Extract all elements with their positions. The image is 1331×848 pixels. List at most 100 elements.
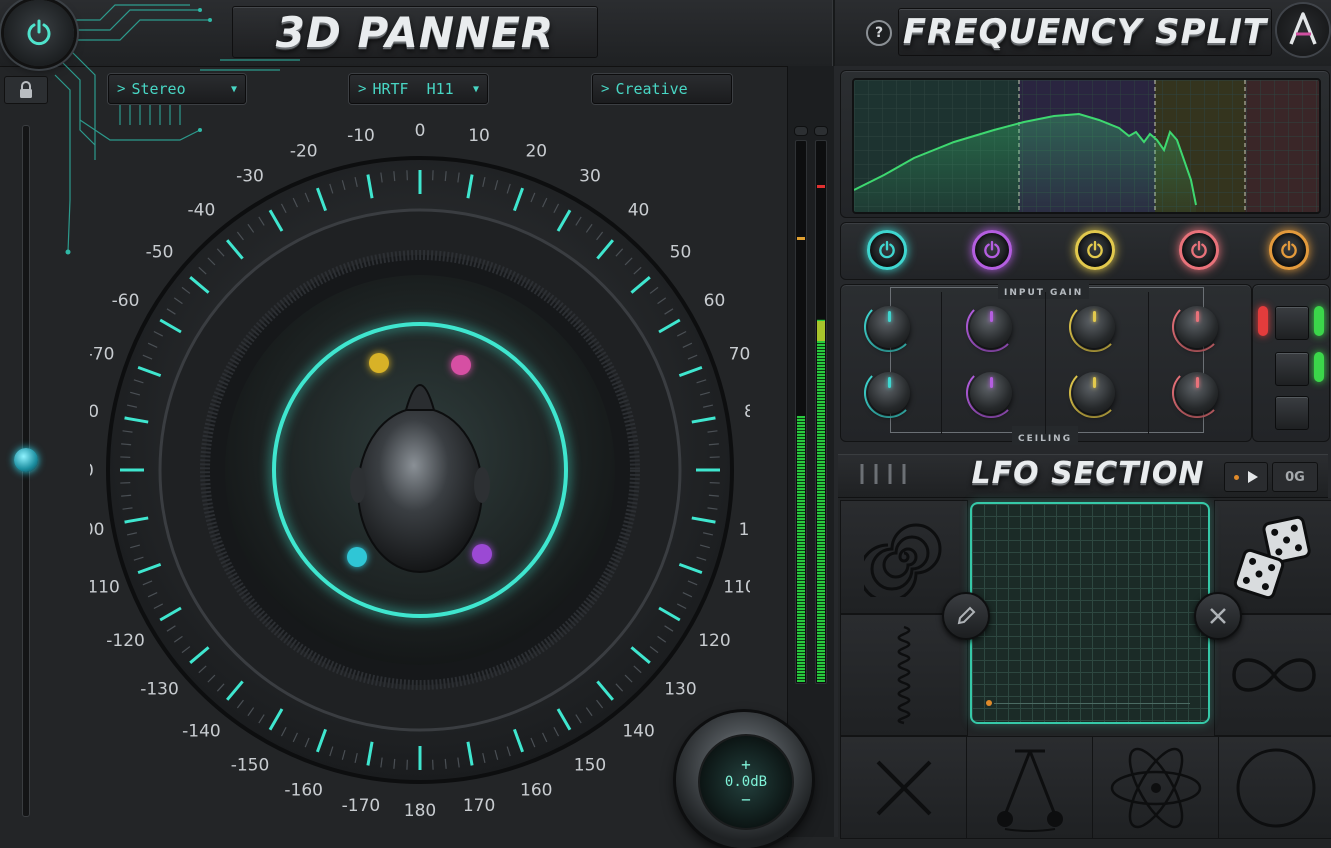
dial-angle-label: 40 <box>628 201 650 221</box>
ceiling-knob-2[interactable] <box>970 372 1012 414</box>
draw-tool-button[interactable] <box>942 592 990 640</box>
atom-icon <box>1108 740 1204 836</box>
output-gain-display[interactable]: + 0.0dB − <box>698 734 794 830</box>
mode-dropdown[interactable]: > Stereo ▼ <box>108 74 246 104</box>
level-meter-right-fill <box>817 319 825 682</box>
dial-angle-label: 140 <box>622 721 654 741</box>
input-gain-knob-4[interactable] <box>1176 306 1218 348</box>
gain-plus-icon[interactable]: + <box>741 755 751 774</box>
ceiling-knob-4[interactable] <box>1176 372 1218 414</box>
frequency-spectrum-display[interactable] <box>852 78 1321 214</box>
lfo-shape-cross[interactable] <box>840 736 968 839</box>
input-gain-knob-2[interactable] <box>970 306 1012 348</box>
power-icon <box>1085 240 1105 260</box>
knob-pointer <box>990 377 993 388</box>
dial-angle-label: -120 <box>106 631 145 651</box>
lfo-xy-pad[interactable] <box>970 502 1210 724</box>
lfo-og-button[interactable]: 0G <box>1272 462 1318 492</box>
play-icon <box>1247 470 1259 484</box>
band-4-power-button[interactable] <box>1179 230 1219 270</box>
dial-angle-label: -20 <box>290 142 318 162</box>
ceiling-knob-1[interactable] <box>868 372 910 414</box>
dial-angle-label: 50 <box>670 242 692 262</box>
dial-angle-label: 70 <box>729 345 750 365</box>
switch-button-3[interactable] <box>1275 396 1309 430</box>
ceiling-knob-3[interactable] <box>1073 372 1115 414</box>
red-led <box>1258 306 1268 336</box>
gain-bracket <box>890 287 1204 433</box>
lfo-shape-circle[interactable] <box>1218 736 1331 839</box>
pendulum-icon <box>985 743 1075 833</box>
knob-pointer <box>990 311 993 322</box>
panner-dial[interactable]: 0102030405060708090100110120130140150160… <box>90 110 750 837</box>
grip-icon <box>858 462 910 486</box>
band-3-power-button[interactable] <box>1075 230 1115 270</box>
band-5-power-button[interactable] <box>1269 230 1309 270</box>
lfo-shape-spiral[interactable] <box>840 500 968 614</box>
dial-angle-label: -140 <box>182 721 221 741</box>
switch-button-2[interactable] <box>1275 352 1309 386</box>
green-led <box>1314 352 1324 382</box>
grip-handle[interactable] <box>858 462 910 486</box>
input-gain-knob-1[interactable] <box>868 306 910 348</box>
dial-angle-label: -170 <box>342 796 381 816</box>
play-led <box>1234 475 1239 480</box>
band-divider <box>1148 292 1149 434</box>
brand-logo <box>1277 4 1329 56</box>
lock-button[interactable] <box>4 76 48 104</box>
help-button[interactable]: ? <box>866 20 892 46</box>
dial-angle-label: 130 <box>664 680 696 700</box>
ceiling-label: CEILING <box>1018 434 1072 444</box>
level-meter-left-fill <box>797 416 805 682</box>
dial-angle-label: -160 <box>284 780 323 800</box>
dial-angle-label: 160 <box>520 780 552 800</box>
dial-angle-label: -50 <box>146 242 174 262</box>
power-icon <box>1279 240 1299 260</box>
panner-title: 3D PANNER <box>276 8 554 57</box>
lfo-play-button[interactable] <box>1224 462 1268 492</box>
caret-down-icon: ▼ <box>473 84 479 95</box>
elevation-slider-thumb[interactable] <box>14 448 38 472</box>
power-icon <box>24 18 54 48</box>
input-gain-label-wrap: INPUT GAIN <box>998 280 1089 299</box>
band-divider <box>1045 292 1046 434</box>
level-meter-left <box>795 140 807 684</box>
clear-pad-button[interactable] <box>1194 592 1242 640</box>
gain-minus-icon[interactable]: − <box>741 790 751 809</box>
freq-split-title-plate: FREQUENCY SPLIT <box>898 8 1272 56</box>
dial-angle-label: 180 <box>404 801 436 821</box>
preset-dropdown-value: Creative <box>615 80 687 98</box>
band-1-power-button[interactable] <box>867 230 907 270</box>
sound-source-purple[interactable] <box>472 544 492 564</box>
chevron-right-icon: > <box>117 81 125 97</box>
peak-hold-marker <box>817 185 825 188</box>
lock-icon <box>18 81 34 99</box>
dial-angle-label: 0 <box>415 121 426 141</box>
xy-pad-cursor[interactable] <box>986 700 992 706</box>
panner-title-plate: 3D PANNER <box>232 6 598 58</box>
lfo-shape-atom[interactable] <box>1092 736 1220 839</box>
sound-source-yellow[interactable] <box>369 353 389 373</box>
main-power-button[interactable] <box>4 0 74 66</box>
input-gain-knob-3[interactable] <box>1073 306 1115 348</box>
sound-source-cyan[interactable] <box>347 547 367 567</box>
hrtf-dropdown[interactable]: > HRTF H11 ▼ <box>349 74 488 104</box>
switch-button-1[interactable] <box>1275 306 1309 340</box>
band-divider <box>941 292 942 434</box>
power-icon <box>877 240 897 260</box>
knob-pointer <box>1093 377 1096 388</box>
lfo-title: LFO SECTION <box>972 456 1205 491</box>
output-gain-value: 0.0dB <box>725 774 767 790</box>
band-2-power-button[interactable] <box>972 230 1012 270</box>
meter-yellow-zone <box>817 321 825 341</box>
sound-source-pink[interactable] <box>451 355 471 375</box>
spring-icon <box>884 625 924 725</box>
lfo-shape-pendulum[interactable] <box>966 736 1094 839</box>
x-cross-icon <box>872 756 936 820</box>
pencil-icon <box>955 605 977 627</box>
dial-angle-label: -80 <box>90 402 99 422</box>
peak-hold-marker <box>797 237 805 240</box>
dial-angle-label: -90 <box>90 461 94 481</box>
dial-angle-label: 90 <box>749 461 750 481</box>
preset-dropdown[interactable]: > Creative <box>592 74 732 104</box>
